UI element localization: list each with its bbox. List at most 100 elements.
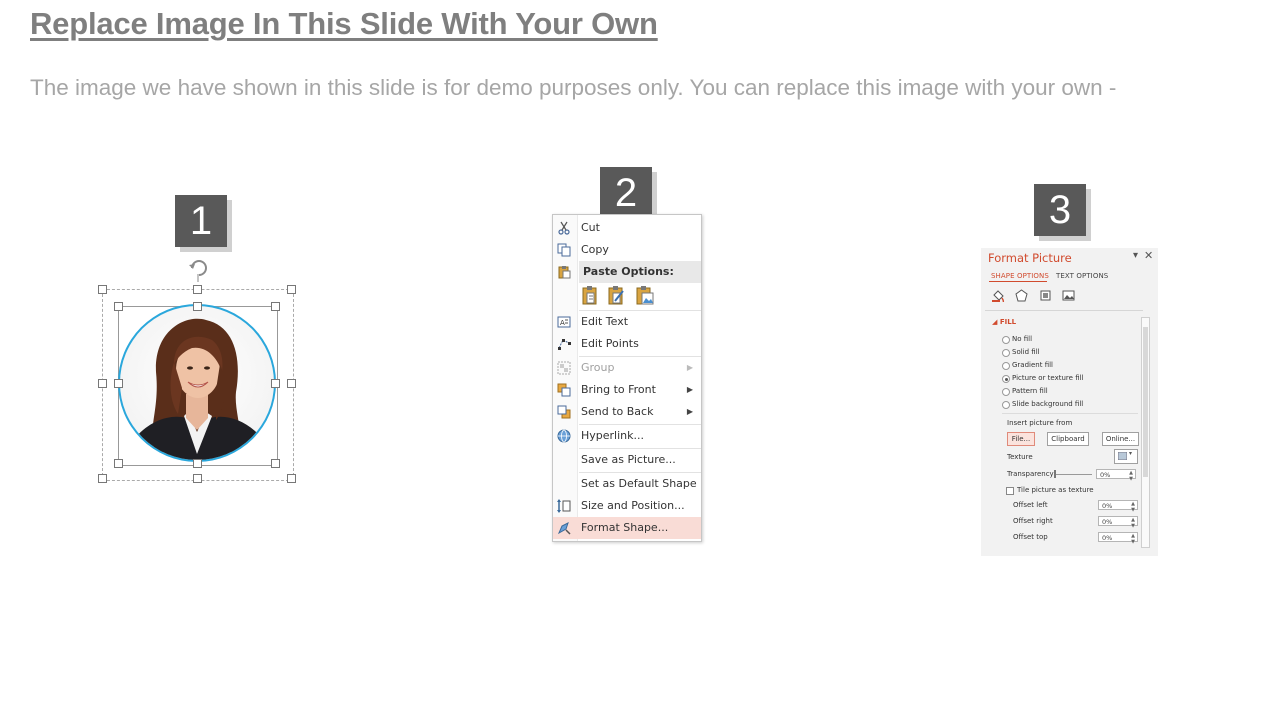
transparency-slider-knob[interactable] bbox=[1054, 470, 1056, 478]
radio-no-fill-label: No fill bbox=[1012, 335, 1033, 343]
radio-solid-fill[interactable] bbox=[1002, 349, 1010, 357]
paste-picture-icon[interactable] bbox=[635, 285, 655, 307]
menu-item-size-position[interactable]: Size and Position... bbox=[553, 495, 701, 517]
resize-handle-outer-tl[interactable] bbox=[98, 285, 107, 294]
edit-points-icon bbox=[558, 339, 571, 350]
menu-item-cut-label: Cut bbox=[581, 221, 600, 234]
fill-section-label: FILL bbox=[999, 318, 1017, 326]
menu-item-send-to-back-label: Send to Back bbox=[581, 405, 654, 418]
menu-item-save-as-picture-label: Save as Picture... bbox=[581, 453, 676, 466]
texture-dropdown[interactable]: ▾ bbox=[1114, 449, 1138, 464]
crop-handle-tl[interactable] bbox=[114, 302, 123, 311]
rotate-handle-icon[interactable] bbox=[186, 254, 210, 282]
pane-scrollbar[interactable] bbox=[1141, 317, 1150, 548]
crop-handle-b[interactable] bbox=[193, 459, 202, 468]
menu-item-group[interactable]: Group ▶ bbox=[553, 357, 701, 379]
offset-top-label: Offset top bbox=[1013, 533, 1048, 541]
texture-swatch-icon bbox=[1118, 452, 1127, 460]
resize-handle-outer-tr[interactable] bbox=[287, 285, 296, 294]
menu-header-paste-options: Paste Options: bbox=[579, 261, 701, 283]
step-badge-1: 1 bbox=[175, 195, 227, 247]
paste-use-destination-icon[interactable] bbox=[607, 285, 627, 307]
crop-handle-bl[interactable] bbox=[114, 459, 123, 468]
group-icon bbox=[557, 361, 571, 375]
transparency-value: 0% bbox=[1100, 471, 1111, 479]
spin-down-icon[interactable]: ▼ bbox=[1129, 474, 1133, 484]
transparency-slider-track[interactable] bbox=[1056, 474, 1092, 475]
paste-icon bbox=[558, 266, 571, 279]
format-shape-icon bbox=[557, 522, 571, 535]
effects-icon[interactable] bbox=[1015, 289, 1028, 302]
spin-down-icon[interactable]: ▼ bbox=[1131, 505, 1135, 515]
transparency-spinner[interactable]: 0% ▲ ▼ bbox=[1096, 469, 1136, 482]
paste-options-label: Paste Options: bbox=[583, 265, 674, 278]
paste-keep-source-icon[interactable] bbox=[581, 285, 601, 307]
resize-handle-outer-bl[interactable] bbox=[98, 474, 107, 483]
size-position-icon bbox=[557, 499, 571, 513]
radio-no-fill[interactable] bbox=[1002, 336, 1010, 344]
menu-item-format-shape[interactable]: Format Shape... bbox=[553, 517, 701, 539]
picture-icon[interactable] bbox=[1062, 289, 1075, 302]
tab-shape-options[interactable]: SHAPE OPTIONS bbox=[991, 272, 1049, 280]
format-picture-pane: Format Picture ▾ ✕ SHAPE OPTIONS TEXT OP… bbox=[981, 248, 1158, 556]
crop-handle-r[interactable] bbox=[271, 379, 280, 388]
crop-handle-l[interactable] bbox=[114, 379, 123, 388]
fill-section-header[interactable]: ◢ FILL bbox=[992, 318, 1016, 326]
offset-right-value: 0% bbox=[1102, 518, 1113, 526]
menu-item-edit-points[interactable]: Edit Points bbox=[553, 333, 701, 355]
spin-down-icon[interactable]: ▼ bbox=[1131, 521, 1135, 531]
resize-handle-outer-r[interactable] bbox=[287, 379, 296, 388]
hyperlink-icon bbox=[557, 429, 571, 443]
offset-top-spinner[interactable]: 0% ▲ ▼ bbox=[1098, 532, 1138, 545]
radio-pattern-fill[interactable] bbox=[1002, 388, 1010, 396]
clipboard-button[interactable]: Clipboard bbox=[1047, 432, 1089, 446]
menu-item-save-as-picture[interactable]: Save as Picture... bbox=[553, 449, 701, 471]
crop-handle-t[interactable] bbox=[193, 302, 202, 311]
menu-item-hyperlink-label: Hyperlink... bbox=[581, 429, 644, 442]
resize-handle-outer-br[interactable] bbox=[287, 474, 296, 483]
portrait-photo bbox=[118, 304, 276, 462]
crop-handle-tr[interactable] bbox=[271, 302, 280, 311]
slide-title: Replace Image In This Slide With Your Ow… bbox=[30, 6, 658, 41]
menu-item-bring-to-front[interactable]: Bring to Front ▶ bbox=[553, 379, 701, 401]
scrollbar-thumb[interactable] bbox=[1143, 327, 1148, 477]
send-to-back-icon bbox=[557, 405, 571, 419]
resize-handle-outer-l[interactable] bbox=[98, 379, 107, 388]
menu-item-cut[interactable]: Cut bbox=[553, 217, 701, 239]
radio-gradient-fill-label: Gradient fill bbox=[1012, 361, 1053, 369]
resize-handle-outer-t[interactable] bbox=[193, 285, 202, 294]
submenu-arrow-icon: ▶ bbox=[686, 407, 693, 416]
menu-item-hyperlink[interactable]: Hyperlink... bbox=[553, 425, 701, 447]
tile-picture-checkbox[interactable] bbox=[1006, 487, 1014, 495]
scissors-icon bbox=[558, 221, 570, 235]
offset-left-value: 0% bbox=[1102, 502, 1113, 510]
size-properties-icon[interactable] bbox=[1039, 289, 1052, 302]
radio-gradient-fill[interactable] bbox=[1002, 362, 1010, 370]
pane-divider bbox=[985, 310, 1143, 311]
offset-left-spinner[interactable]: 0% ▲ ▼ bbox=[1098, 500, 1138, 513]
close-icon[interactable]: ✕ bbox=[1144, 249, 1153, 262]
context-menu: Cut Copy Paste Options: A Edit Text Edit… bbox=[552, 214, 702, 542]
menu-item-send-to-back[interactable]: Send to Back ▶ bbox=[553, 401, 701, 423]
submenu-arrow-icon: ▶ bbox=[686, 363, 693, 372]
fill-line-icon[interactable] bbox=[992, 289, 1005, 302]
resize-handle-outer-b[interactable] bbox=[193, 474, 202, 483]
menu-item-set-default-shape[interactable]: Set as Default Shape bbox=[553, 473, 701, 495]
tab-text-options[interactable]: TEXT OPTIONS bbox=[1056, 272, 1108, 280]
radio-slide-background-fill[interactable] bbox=[1002, 401, 1010, 409]
menu-item-copy[interactable]: Copy bbox=[553, 239, 701, 261]
tile-picture-label: Tile picture as texture bbox=[1017, 486, 1094, 494]
menu-item-edit-text[interactable]: A Edit Text bbox=[553, 311, 701, 333]
menu-item-group-label: Group bbox=[581, 361, 615, 374]
crop-handle-br[interactable] bbox=[271, 459, 280, 468]
radio-pattern-fill-label: Pattern fill bbox=[1012, 387, 1048, 395]
step-badge-2: 2 bbox=[600, 167, 652, 219]
online-button[interactable]: Online... bbox=[1102, 432, 1139, 446]
texture-label: Texture bbox=[1007, 453, 1033, 461]
spin-down-icon[interactable]: ▼ bbox=[1131, 537, 1135, 547]
file-button[interactable]: File... bbox=[1007, 432, 1035, 446]
pane-options-dropdown-icon[interactable]: ▾ bbox=[1133, 250, 1138, 261]
offset-right-spinner[interactable]: 0% ▲ ▼ bbox=[1098, 516, 1138, 529]
transparency-label: Transparency bbox=[1007, 470, 1054, 478]
radio-picture-texture-fill[interactable] bbox=[1002, 375, 1010, 383]
